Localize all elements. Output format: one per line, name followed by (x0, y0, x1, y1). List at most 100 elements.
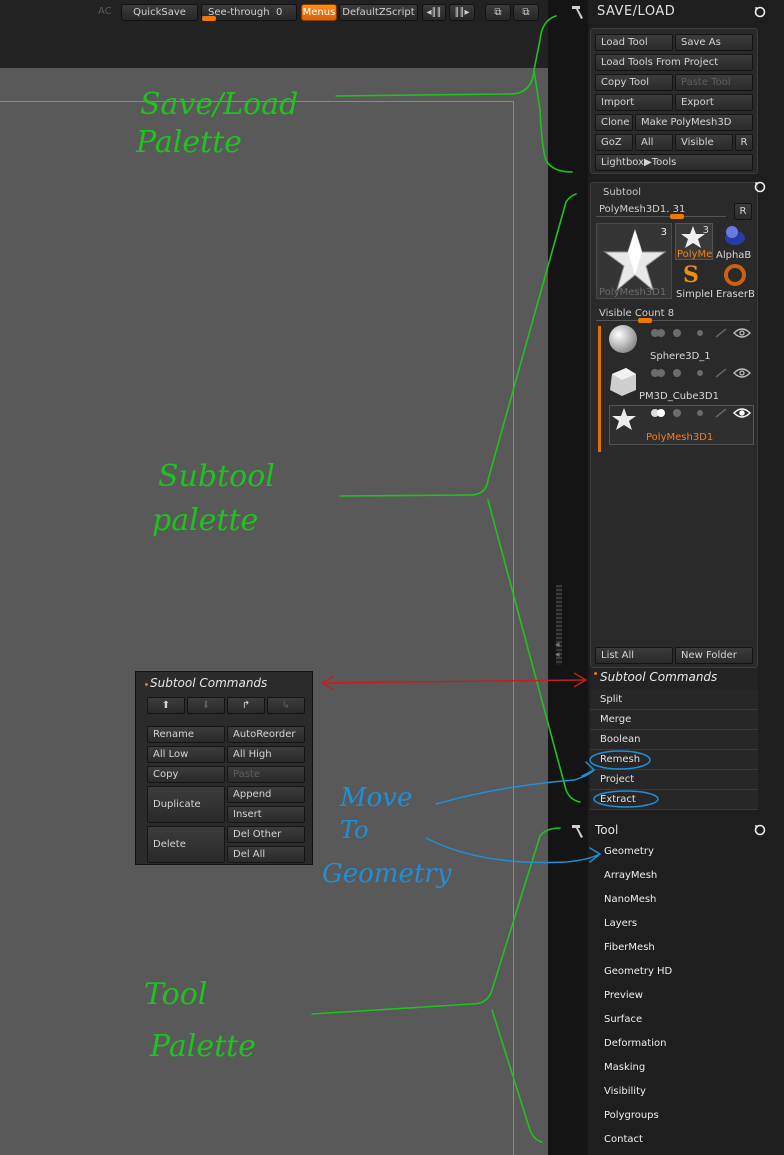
tool-thumb-eraserbrush[interactable]: EraserB (715, 262, 755, 300)
copy-tool-button[interactable]: Copy Tool (595, 74, 673, 91)
import-button[interactable]: Import (595, 94, 673, 111)
tool-item-polygroups[interactable]: Polygroups (604, 1110, 659, 1121)
lightbox-tools-button[interactable]: Lightbox▶Tools (595, 154, 753, 171)
dock-right-icon[interactable]: ⧉ (513, 4, 539, 21)
shelf-right-icon[interactable]: ∥∥▸ (449, 4, 475, 21)
tool-item-visibility[interactable]: Visibility (604, 1086, 646, 1097)
goz-visible-button[interactable]: Visible (675, 134, 733, 151)
extract-row[interactable]: Extract (590, 790, 758, 810)
move-down-icon[interactable]: ⬇ (187, 697, 225, 714)
tool-item-deformation[interactable]: Deformation (604, 1038, 666, 1049)
visible-count-track[interactable] (596, 320, 750, 321)
subtool-item-name: PM3D_Cube3D1 (639, 391, 719, 402)
tool-item-masking[interactable]: Masking (604, 1062, 645, 1073)
document-canvas[interactable] (0, 68, 548, 1155)
delete-button[interactable]: Delete (147, 826, 225, 863)
reset-icon[interactable] (753, 823, 767, 837)
tool-thumb-simplebrush[interactable]: S SimpleI (675, 262, 714, 300)
load-tool-button[interactable]: Load Tool (595, 34, 673, 51)
visible-count-slider[interactable]: Visible Count 8 (599, 308, 674, 319)
hammer-icon (572, 6, 583, 19)
subtool-r-button[interactable]: R (734, 203, 752, 220)
goz-all-button[interactable]: All (635, 134, 673, 151)
tool-item-contact[interactable]: Contact (604, 1134, 643, 1145)
subtool-title[interactable]: Subtool (603, 187, 641, 198)
commands-dot-icon (145, 683, 148, 686)
floating-subtool-commands: Subtool Commands ⬆ ⬇ ↱ ↳ Rename AutoReor… (135, 671, 313, 865)
tool-title[interactable]: Tool (595, 820, 618, 840)
default-zscript-button[interactable]: DefaultZScript (339, 4, 418, 21)
tool-item-arraymesh[interactable]: ArrayMesh (604, 870, 657, 881)
boolean-row[interactable]: Boolean (590, 730, 758, 750)
dock-left-icon[interactable]: ⧉ (485, 4, 511, 21)
merge-row[interactable]: Merge (590, 710, 758, 730)
subtool-item-name: Sphere3D_1 (650, 351, 711, 362)
tool-thumb-alphabrush[interactable]: AlphaB (715, 223, 755, 261)
tool-thumb-count: 3 (702, 225, 709, 236)
tool-thumb-polymesh[interactable]: 3 PolyMe (675, 223, 713, 260)
auto-reorder-button[interactable]: AutoReorder (227, 726, 305, 743)
save-load-title[interactable]: SAVE/LOAD (597, 2, 675, 22)
subtool-item-selected[interactable]: PolyMesh3D1 (609, 405, 754, 445)
see-through-value: 0 (276, 7, 283, 18)
see-through-label: See-through (208, 7, 270, 18)
commands-dot-icon (594, 672, 597, 675)
duplicate-button[interactable]: Duplicate (147, 786, 225, 823)
tool-thumb-label: SimpleI (676, 289, 714, 300)
list-all-button[interactable]: List All (595, 647, 673, 664)
clone-button[interactable]: Clone (595, 114, 633, 131)
remesh-row[interactable]: Remesh (590, 750, 758, 770)
insert-button[interactable]: Insert (227, 806, 305, 823)
tool-item-fibermesh[interactable]: FiberMesh (604, 942, 655, 953)
hammer-icon (572, 825, 583, 838)
goz-r-button[interactable]: R (735, 134, 753, 151)
tool-item-nanomesh[interactable]: NanoMesh (604, 894, 656, 905)
see-through-knob[interactable] (202, 16, 216, 21)
subtool-item[interactable]: PM3D_Cube3D1 (606, 364, 754, 404)
move-up-to-folder-icon[interactable]: ↱ (227, 697, 265, 714)
move-up-icon[interactable]: ⬆ (147, 697, 185, 714)
export-button[interactable]: Export (675, 94, 753, 111)
subtool-slider-knob[interactable] (670, 214, 684, 219)
tray-arrow-icon[interactable]: ◂ ◂ (555, 640, 560, 660)
del-all-button[interactable]: Del All (227, 846, 305, 863)
append-button[interactable]: Append (227, 786, 305, 803)
paste-button[interactable]: Paste (227, 766, 305, 783)
menus-button[interactable]: Menus (301, 4, 337, 21)
reset-icon[interactable] (753, 5, 767, 19)
subtool-item[interactable]: Sphere3D_1 (606, 324, 754, 364)
tool-item-geometry[interactable]: Geometry (604, 846, 654, 857)
copy-button[interactable]: Copy (147, 766, 225, 783)
visible-count-knob[interactable] (638, 318, 652, 323)
subtool-slider-track[interactable] (596, 216, 726, 217)
reset-icon[interactable] (753, 180, 767, 194)
rename-button[interactable]: Rename (147, 726, 225, 743)
tool-item-preview[interactable]: Preview (604, 990, 643, 1001)
top-toolbar: AC QuickSave See-through 0 Menus Default… (0, 0, 548, 68)
quicksave-button[interactable]: QuickSave (121, 4, 198, 21)
subtool-list-scrollbar[interactable] (598, 326, 601, 452)
visible-count-label: Visible Count (599, 308, 665, 319)
project-row[interactable]: Project (590, 770, 758, 790)
all-low-button[interactable]: All Low (147, 746, 225, 763)
new-folder-button[interactable]: New Folder (675, 647, 753, 664)
load-tools-from-project-button[interactable]: Load Tools From Project (595, 54, 753, 71)
save-as-button[interactable]: Save As (675, 34, 753, 51)
all-high-button[interactable]: All High (227, 746, 305, 763)
subtool-commands-header[interactable]: Subtool Commands (590, 668, 758, 690)
split-row[interactable]: Split (590, 690, 758, 710)
paste-tool-button[interactable]: Paste Tool (675, 74, 753, 91)
move-into-folder-icon[interactable]: ↳ (267, 697, 305, 714)
simple-brush-icon: S (683, 262, 699, 288)
alpha-brush-icon (725, 226, 745, 245)
tool-item-geometry-hd[interactable]: Geometry HD (604, 966, 672, 977)
shelf-left-icon[interactable]: ◂∥∥ (422, 4, 446, 21)
del-other-button[interactable]: Del Other (227, 826, 305, 843)
active-tool-thumbnail[interactable]: 3 PolyMesh3D1 (596, 223, 672, 299)
tray-gutter (548, 0, 588, 1155)
tool-item-layers[interactable]: Layers (604, 918, 637, 929)
star-icon (612, 408, 636, 430)
make-polymesh-button[interactable]: Make PolyMesh3D (635, 114, 753, 131)
goz-button[interactable]: GoZ (595, 134, 633, 151)
tool-item-surface[interactable]: Surface (604, 1014, 642, 1025)
